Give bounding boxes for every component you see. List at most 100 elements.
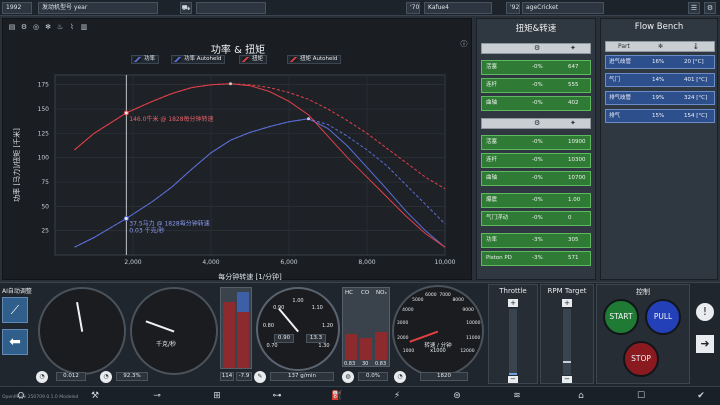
throttle-slider[interactable]: [509, 309, 517, 375]
boost-value1: 0.90: [274, 334, 294, 343]
start-button[interactable]: START: [603, 299, 639, 335]
flow-pct: 15%: [652, 113, 665, 119]
cam-icon[interactable]: ⊶: [270, 390, 284, 403]
flow-part: 排气: [609, 113, 621, 119]
year3-field: '92: [506, 2, 520, 14]
power-marker-point: [123, 216, 129, 222]
settings-icon[interactable]: ⚙: [704, 2, 716, 14]
flow-row[interactable]: 排气 15% 154 [°C]: [605, 109, 715, 123]
flow-row[interactable]: 进气歧管 16% 20 [°C]: [605, 55, 715, 69]
torque-icon: ⚙: [534, 44, 541, 52]
torque-limit-header: ⚙ ✦: [481, 43, 591, 54]
row-pct: -3%: [532, 255, 543, 261]
y-tick-label: 175: [38, 82, 50, 89]
ignition-icon[interactable]: ⚡: [390, 390, 404, 403]
rpm-target-slider[interactable]: [563, 309, 571, 375]
row-label: 曲轴: [486, 175, 498, 181]
torque-limit-row[interactable]: 曲轴 -0% 402: [481, 96, 591, 111]
rpm-tick-label: 5000: [412, 298, 424, 304]
bar-value-left: 114: [220, 372, 234, 381]
rod-icon[interactable]: ⊸: [150, 390, 164, 403]
rpm-limit-row[interactable]: 曲轴 -0% 10700: [481, 171, 591, 186]
rpm-tick-label: 9000: [462, 308, 474, 314]
co-value: 30: [362, 361, 369, 367]
knock-row[interactable]: 爆震 -0% 1.00: [481, 193, 591, 208]
graph-toggle-button[interactable]: ⟋: [2, 297, 28, 323]
flow-temp: 401 [°C]: [684, 77, 708, 83]
engine-family-field[interactable]: 发动机型号 year: [38, 2, 158, 14]
row-pct: -0%: [532, 82, 543, 88]
back-arrow-button[interactable]: ⬅: [2, 329, 28, 355]
rpm-minus-button[interactable]: −: [562, 376, 572, 383]
row-label: 功率: [486, 237, 498, 243]
rpm-plus-button[interactable]: +: [562, 299, 572, 307]
engine-field[interactable]: [196, 2, 266, 14]
row-value: 571: [568, 255, 579, 261]
rpm-tick-label: 8000: [452, 298, 464, 304]
fuel-icon[interactable]: ⛽: [330, 390, 344, 403]
rpm-target-handle[interactable]: [563, 361, 571, 363]
gauge1-icon[interactable]: ◔: [36, 371, 48, 383]
confirm-icon[interactable]: ✔: [694, 390, 708, 403]
flow-row[interactable]: 气门 14% 401 [°C]: [605, 73, 715, 87]
nox-bar: [375, 332, 387, 360]
row-value: 10300: [568, 157, 586, 163]
car-icon[interactable]: ⛟: [180, 2, 192, 14]
menu-icon[interactable]: ☰: [688, 2, 700, 14]
emission-pct: 0.0%: [358, 372, 388, 381]
torque-limit-row[interactable]: 连杆 -0% 555: [481, 78, 591, 93]
output-row[interactable]: 功率 -3% 305: [481, 233, 591, 248]
throttle-minus-button[interactable]: −: [508, 376, 518, 383]
hc-label: HC: [345, 290, 353, 296]
rpm-icon[interactable]: ◔: [394, 371, 406, 383]
rpm-limit-row[interactable]: 连杆 -0% 10300: [481, 153, 591, 168]
torque-panel-title: 扭矩&转速: [515, 24, 557, 34]
row-pct: -0%: [532, 100, 543, 106]
flow-temp: 154 [°C]: [684, 113, 708, 119]
pull-button[interactable]: PULL: [645, 299, 681, 335]
intake-icon[interactable]: ⊜: [450, 390, 464, 403]
throttle-plus-button[interactable]: +: [508, 299, 518, 307]
rpm-icon: ⚙: [534, 119, 541, 127]
gauge2-icon[interactable]: ◔: [100, 371, 112, 383]
row-pct: -0%: [532, 139, 543, 145]
row-pct: -0%: [532, 215, 543, 221]
throttle-panel: Throttle + −: [488, 284, 538, 384]
rpm-value: 1820: [420, 372, 468, 381]
output-row[interactable]: Piston PD -3% 571: [481, 251, 591, 266]
wrench-icon[interactable]: ✎: [254, 371, 266, 383]
torque-limit-row[interactable]: 活塞 -0% 647: [481, 60, 591, 75]
stop-button[interactable]: STOP: [623, 341, 659, 377]
power-torque-chart[interactable]: 25 50 75 100 125 150 175 2,000 4,000 6,000 8,000 10…: [3, 19, 473, 281]
info-button[interactable]: !: [696, 303, 714, 321]
y-tick-label: 25: [41, 228, 49, 235]
boost-tick-label: 0.80: [262, 322, 275, 329]
year-select[interactable]: 1992: [2, 2, 32, 14]
engine-name-field[interactable]: Kafue4: [424, 2, 492, 14]
rpm-limit-row[interactable]: 活塞 -0% 10900: [481, 135, 591, 150]
flow-bench-panel: Flow Bench Part ✻ 🌡 进气歧管 16% 20 [°C] 气门 14% 401 …: [600, 18, 718, 280]
row-value: 10700: [568, 175, 586, 181]
emission-icon[interactable]: ◍: [342, 371, 354, 383]
flow-temp: 20 [°C]: [684, 59, 704, 65]
power-annotation: 37.5马力 @ 1828每分钟转速: [129, 220, 209, 228]
row-pct: -0%: [532, 197, 543, 203]
flow-row[interactable]: 排气歧管 19% 324 [°C]: [605, 91, 715, 105]
throttle-label: Throttle: [499, 287, 527, 295]
crank-icon[interactable]: ⚒: [88, 390, 102, 403]
dyno-icon[interactable]: ⌂: [574, 390, 588, 403]
x-tick-label: 8,000: [358, 259, 375, 266]
car-name-field[interactable]: ageCricket: [522, 2, 604, 14]
next-arrow-button[interactable]: ➜: [696, 335, 714, 353]
row-label: Piston PD: [486, 255, 512, 261]
head-icon[interactable]: ⊞: [210, 390, 224, 403]
engine-block-icon[interactable]: ⛭: [14, 390, 28, 403]
knock-row[interactable]: 气门浮动 -0% 0: [481, 211, 591, 226]
boost-tick-label: 1.20: [321, 322, 334, 329]
instrument-panel: AI自动调整 ⟋ ⬅ ◔ 0.012 千克/秒 ◔ 92.3% 114 -7.9…: [0, 282, 720, 386]
test-icon[interactable]: ☐: [634, 390, 648, 403]
temp-icon: 🌡: [692, 43, 700, 50]
rpm-tick-label: 4000: [402, 308, 414, 314]
exhaust-icon[interactable]: ≋: [510, 390, 524, 403]
piston-icon: ✦: [570, 44, 576, 52]
